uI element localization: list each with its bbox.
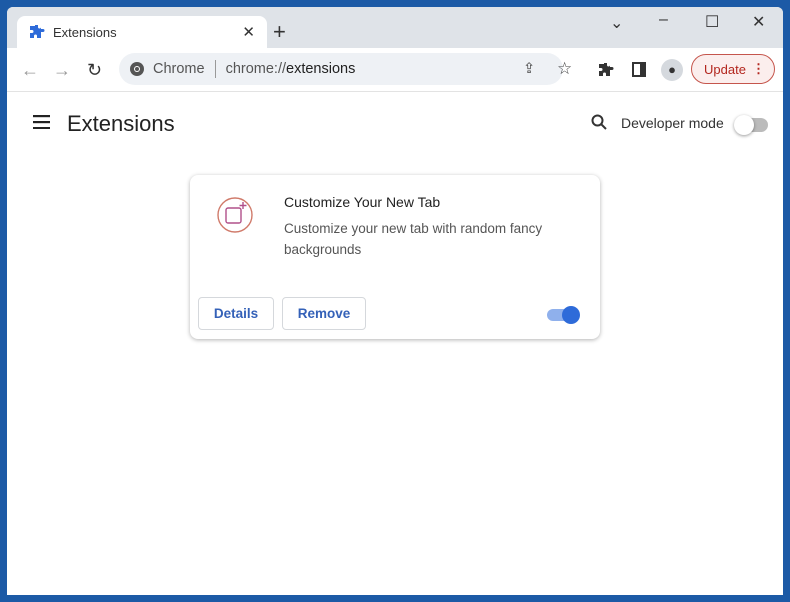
details-button[interactable]: Details xyxy=(198,297,274,330)
tab-search-chevron-icon[interactable]: ⌄ xyxy=(610,13,623,33)
back-button[interactable]: ← xyxy=(21,60,39,81)
side-panel-icon[interactable] xyxy=(632,62,646,77)
close-tab-icon[interactable]: ✕ xyxy=(242,23,255,41)
share-icon[interactable]: ⇪ xyxy=(523,61,535,77)
url-path: extensions xyxy=(286,61,356,77)
developer-mode-toggle[interactable] xyxy=(734,115,768,135)
developer-mode-label: Developer mode xyxy=(621,115,724,131)
tab-title: Extensions xyxy=(53,24,117,40)
browser-window: Extensions ✕ + ⌄ – ☐ ✕ ← → ↻ Chrome chro… xyxy=(7,7,783,595)
extensions-icon[interactable] xyxy=(598,62,614,78)
profile-avatar[interactable]: ● xyxy=(661,59,683,81)
divider xyxy=(214,60,216,78)
close-window-button[interactable]: ✕ xyxy=(752,12,765,32)
update-button[interactable]: Update ⋮ xyxy=(691,54,775,84)
title-bar: Extensions ✕ + ⌄ – ☐ ✕ xyxy=(7,7,783,48)
tab-extensions[interactable]: Extensions ✕ xyxy=(17,16,267,48)
puzzle-icon xyxy=(30,25,45,38)
page-title: Extensions xyxy=(67,111,175,136)
search-icon[interactable] xyxy=(591,114,607,130)
extensions-page: Extensions Developer mode Customize Your… xyxy=(7,93,783,595)
extension-description: Customize your new tab with random fancy… xyxy=(284,221,543,257)
origin-label: Chrome xyxy=(153,61,205,77)
extension-card: Customize Your New Tab Customize your ne… xyxy=(190,175,600,339)
hamburger-menu-icon[interactable] xyxy=(33,115,50,129)
star-icon[interactable]: ☆ xyxy=(557,59,572,79)
maximize-button[interactable]: ☐ xyxy=(705,12,719,32)
new-tab-button[interactable]: + xyxy=(273,19,286,45)
toolbar: ← → ↻ Chrome chrome://extensions ⇪ ☆ ● U… xyxy=(7,48,783,92)
url-text: chrome://extensions xyxy=(226,61,356,77)
extension-icon xyxy=(217,197,253,233)
menu-kebab-icon[interactable]: ⋮ xyxy=(752,61,765,77)
forward-button[interactable]: → xyxy=(53,60,71,81)
address-bar[interactable]: Chrome chrome://extensions ⇪ ☆ xyxy=(119,53,572,85)
chrome-icon xyxy=(130,62,144,76)
url-prefix: chrome:// xyxy=(225,61,287,77)
minimize-button[interactable]: – xyxy=(659,11,668,29)
extension-name: Customize Your New Tab xyxy=(284,194,441,210)
extension-enabled-toggle[interactable] xyxy=(547,306,580,324)
reload-button[interactable]: ↻ xyxy=(87,60,102,81)
remove-button[interactable]: Remove xyxy=(282,297,366,330)
update-label: Update xyxy=(704,61,746,77)
page-header: Extensions Developer mode xyxy=(7,93,783,143)
